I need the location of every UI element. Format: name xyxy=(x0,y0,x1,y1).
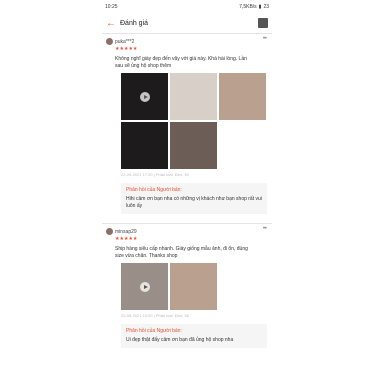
app-screen: 10:25 7,5KB/s ▮ 23 ← Đánh giá puka***2 •… xyxy=(102,0,272,369)
status-bar: 10:25 7,5KB/s ▮ 23 xyxy=(102,0,272,13)
review-video-thumbnail[interactable] xyxy=(121,263,168,310)
signal-icon: ▮ xyxy=(258,3,262,10)
seller-reply: Phản hồi của Người bán: Hihi cảm ơn bạn … xyxy=(121,183,267,214)
review-photo[interactable] xyxy=(170,263,217,310)
review-media xyxy=(121,73,271,169)
play-icon xyxy=(139,281,150,292)
review-media xyxy=(121,263,271,310)
review-meta: 22-09-2021 17:30 | Phân loại: Đen, 39 xyxy=(121,172,189,177)
review-photo[interactable] xyxy=(170,122,217,169)
seller-reply-label: Phản hồi của Người bán: xyxy=(126,187,182,193)
seller-reply-text: Hihi cảm ơn bạn nha có những vị khách nh… xyxy=(126,196,262,209)
app-bar: ← Đánh giá xyxy=(102,13,272,33)
rating-stars: ★★★★★ xyxy=(115,46,138,52)
review-text: Ship hàng siêu cấp nhanh. Giày giống mẫu… xyxy=(115,246,248,259)
network-speed: 7,5KB/s xyxy=(239,3,257,10)
review-item: puka***2 ••• ★★★★★ Không nghĩ giày đẹp đ… xyxy=(102,34,272,217)
review-photo[interactable] xyxy=(170,73,217,120)
reviewer-name: puka***2 xyxy=(115,38,135,45)
rating-stars: ★★★★★ xyxy=(115,236,138,242)
avatar xyxy=(106,38,113,45)
review-photo[interactable] xyxy=(219,73,266,120)
more-options-icon[interactable]: ••• xyxy=(263,226,267,232)
avatar xyxy=(106,228,113,235)
shop-avatar-icon[interactable] xyxy=(258,18,268,28)
review-text: Không nghĩ giày đẹp đến vậy với giá này.… xyxy=(115,56,247,69)
seller-reply-text: Ui đẹp thật đấy cảm ơn bạn đã ủng hộ sho… xyxy=(126,337,234,343)
review-photo[interactable] xyxy=(121,122,168,169)
more-options-icon[interactable]: ••• xyxy=(263,36,267,42)
page-title: Đánh giá xyxy=(120,19,149,27)
battery-level: 23 xyxy=(263,3,269,10)
review-video-thumbnail[interactable] xyxy=(121,73,168,120)
reviewer-name: minsap29 xyxy=(115,228,137,235)
play-icon xyxy=(139,91,150,102)
seller-reply-label: Phản hồi của Người bán: xyxy=(126,328,182,334)
review-item: minsap29 ••• ★★★★★ Ship hàng siêu cấp nh… xyxy=(102,224,272,351)
status-time: 10:25 xyxy=(105,3,118,10)
review-meta: 22-09-2021 10:00 | Phân loại: Đen, 38 xyxy=(121,313,189,318)
back-arrow-icon[interactable]: ← xyxy=(106,18,120,29)
seller-reply: Phản hồi của Người bán: Ui đẹp thật đấy … xyxy=(121,324,267,348)
